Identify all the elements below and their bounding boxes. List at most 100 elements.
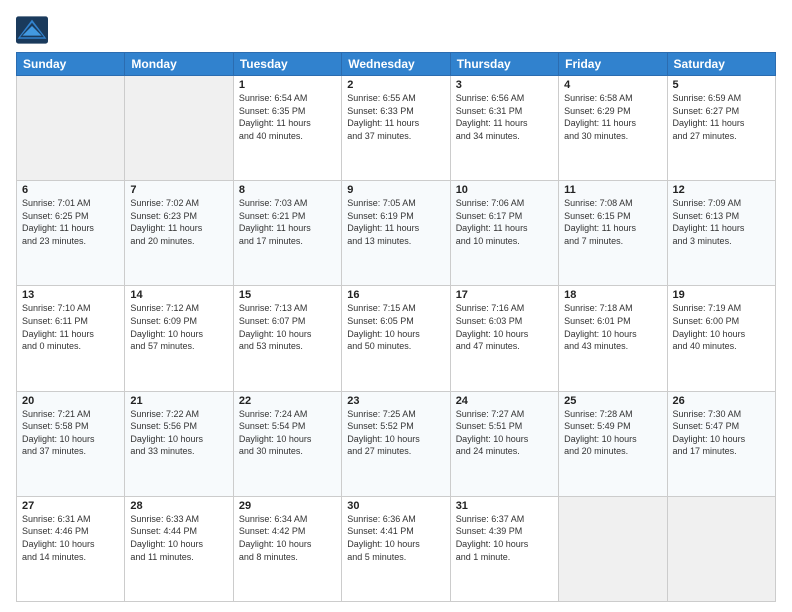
day-info: Sunrise: 7:16 AM Sunset: 6:03 PM Dayligh…: [456, 302, 553, 352]
day-info: Sunrise: 7:21 AM Sunset: 5:58 PM Dayligh…: [22, 408, 119, 458]
weekday-row: SundayMondayTuesdayWednesdayThursdayFrid…: [17, 53, 776, 76]
calendar-cell: 19Sunrise: 7:19 AM Sunset: 6:00 PM Dayli…: [667, 286, 775, 391]
calendar-cell: 27Sunrise: 6:31 AM Sunset: 4:46 PM Dayli…: [17, 496, 125, 601]
day-number: 26: [673, 395, 770, 407]
day-number: 8: [239, 184, 336, 196]
calendar-cell: 28Sunrise: 6:33 AM Sunset: 4:44 PM Dayli…: [125, 496, 233, 601]
day-number: 16: [347, 289, 444, 301]
day-info: Sunrise: 7:06 AM Sunset: 6:17 PM Dayligh…: [456, 197, 553, 247]
day-number: 13: [22, 289, 119, 301]
calendar-cell: 4Sunrise: 6:58 AM Sunset: 6:29 PM Daylig…: [559, 76, 667, 181]
day-info: Sunrise: 7:28 AM Sunset: 5:49 PM Dayligh…: [564, 408, 661, 458]
calendar-cell: 11Sunrise: 7:08 AM Sunset: 6:15 PM Dayli…: [559, 181, 667, 286]
day-info: Sunrise: 7:05 AM Sunset: 6:19 PM Dayligh…: [347, 197, 444, 247]
day-info: Sunrise: 7:02 AM Sunset: 6:23 PM Dayligh…: [130, 197, 227, 247]
calendar-cell: 16Sunrise: 7:15 AM Sunset: 6:05 PM Dayli…: [342, 286, 450, 391]
day-info: Sunrise: 7:25 AM Sunset: 5:52 PM Dayligh…: [347, 408, 444, 458]
day-info: Sunrise: 6:37 AM Sunset: 4:39 PM Dayligh…: [456, 513, 553, 563]
calendar-cell: 8Sunrise: 7:03 AM Sunset: 6:21 PM Daylig…: [233, 181, 341, 286]
calendar-cell: 18Sunrise: 7:18 AM Sunset: 6:01 PM Dayli…: [559, 286, 667, 391]
day-number: 29: [239, 500, 336, 512]
calendar-cell: [667, 496, 775, 601]
calendar-cell: 23Sunrise: 7:25 AM Sunset: 5:52 PM Dayli…: [342, 391, 450, 496]
day-info: Sunrise: 6:58 AM Sunset: 6:29 PM Dayligh…: [564, 92, 661, 142]
day-info: Sunrise: 6:56 AM Sunset: 6:31 PM Dayligh…: [456, 92, 553, 142]
day-number: 15: [239, 289, 336, 301]
day-number: 18: [564, 289, 661, 301]
weekday-header-tuesday: Tuesday: [233, 53, 341, 76]
day-info: Sunrise: 7:24 AM Sunset: 5:54 PM Dayligh…: [239, 408, 336, 458]
day-number: 10: [456, 184, 553, 196]
calendar-cell: 10Sunrise: 7:06 AM Sunset: 6:17 PM Dayli…: [450, 181, 558, 286]
calendar-cell: 31Sunrise: 6:37 AM Sunset: 4:39 PM Dayli…: [450, 496, 558, 601]
day-info: Sunrise: 7:30 AM Sunset: 5:47 PM Dayligh…: [673, 408, 770, 458]
calendar-week-0: 1Sunrise: 6:54 AM Sunset: 6:35 PM Daylig…: [17, 76, 776, 181]
weekday-header-monday: Monday: [125, 53, 233, 76]
calendar-week-1: 6Sunrise: 7:01 AM Sunset: 6:25 PM Daylig…: [17, 181, 776, 286]
day-info: Sunrise: 7:19 AM Sunset: 6:00 PM Dayligh…: [673, 302, 770, 352]
day-info: Sunrise: 7:01 AM Sunset: 6:25 PM Dayligh…: [22, 197, 119, 247]
day-number: 5: [673, 79, 770, 91]
day-number: 6: [22, 184, 119, 196]
weekday-header-thursday: Thursday: [450, 53, 558, 76]
day-number: 17: [456, 289, 553, 301]
calendar-cell: 2Sunrise: 6:55 AM Sunset: 6:33 PM Daylig…: [342, 76, 450, 181]
day-number: 20: [22, 395, 119, 407]
day-info: Sunrise: 6:33 AM Sunset: 4:44 PM Dayligh…: [130, 513, 227, 563]
day-number: 27: [22, 500, 119, 512]
weekday-header-saturday: Saturday: [667, 53, 775, 76]
calendar-cell: 24Sunrise: 7:27 AM Sunset: 5:51 PM Dayli…: [450, 391, 558, 496]
calendar-cell: 5Sunrise: 6:59 AM Sunset: 6:27 PM Daylig…: [667, 76, 775, 181]
day-info: Sunrise: 6:55 AM Sunset: 6:33 PM Dayligh…: [347, 92, 444, 142]
calendar-cell: 30Sunrise: 6:36 AM Sunset: 4:41 PM Dayli…: [342, 496, 450, 601]
calendar-cell: 6Sunrise: 7:01 AM Sunset: 6:25 PM Daylig…: [17, 181, 125, 286]
day-number: 30: [347, 500, 444, 512]
day-info: Sunrise: 7:15 AM Sunset: 6:05 PM Dayligh…: [347, 302, 444, 352]
day-info: Sunrise: 7:18 AM Sunset: 6:01 PM Dayligh…: [564, 302, 661, 352]
day-number: 12: [673, 184, 770, 196]
day-info: Sunrise: 7:13 AM Sunset: 6:07 PM Dayligh…: [239, 302, 336, 352]
calendar-cell: 22Sunrise: 7:24 AM Sunset: 5:54 PM Dayli…: [233, 391, 341, 496]
logo: [16, 16, 52, 44]
calendar-cell: 14Sunrise: 7:12 AM Sunset: 6:09 PM Dayli…: [125, 286, 233, 391]
day-info: Sunrise: 7:08 AM Sunset: 6:15 PM Dayligh…: [564, 197, 661, 247]
day-number: 28: [130, 500, 227, 512]
calendar-cell: 12Sunrise: 7:09 AM Sunset: 6:13 PM Dayli…: [667, 181, 775, 286]
calendar-cell: 9Sunrise: 7:05 AM Sunset: 6:19 PM Daylig…: [342, 181, 450, 286]
calendar: SundayMondayTuesdayWednesdayThursdayFrid…: [16, 52, 776, 602]
day-info: Sunrise: 6:31 AM Sunset: 4:46 PM Dayligh…: [22, 513, 119, 563]
calendar-cell: 1Sunrise: 6:54 AM Sunset: 6:35 PM Daylig…: [233, 76, 341, 181]
day-number: 31: [456, 500, 553, 512]
day-info: Sunrise: 7:10 AM Sunset: 6:11 PM Dayligh…: [22, 302, 119, 352]
calendar-cell: [17, 76, 125, 181]
day-info: Sunrise: 7:12 AM Sunset: 6:09 PM Dayligh…: [130, 302, 227, 352]
day-number: 3: [456, 79, 553, 91]
calendar-cell: 21Sunrise: 7:22 AM Sunset: 5:56 PM Dayli…: [125, 391, 233, 496]
day-info: Sunrise: 7:09 AM Sunset: 6:13 PM Dayligh…: [673, 197, 770, 247]
calendar-week-2: 13Sunrise: 7:10 AM Sunset: 6:11 PM Dayli…: [17, 286, 776, 391]
day-info: Sunrise: 6:59 AM Sunset: 6:27 PM Dayligh…: [673, 92, 770, 142]
calendar-cell: 7Sunrise: 7:02 AM Sunset: 6:23 PM Daylig…: [125, 181, 233, 286]
day-info: Sunrise: 7:03 AM Sunset: 6:21 PM Dayligh…: [239, 197, 336, 247]
day-info: Sunrise: 6:34 AM Sunset: 4:42 PM Dayligh…: [239, 513, 336, 563]
header: [16, 16, 776, 44]
calendar-cell: 17Sunrise: 7:16 AM Sunset: 6:03 PM Dayli…: [450, 286, 558, 391]
day-number: 1: [239, 79, 336, 91]
day-info: Sunrise: 7:22 AM Sunset: 5:56 PM Dayligh…: [130, 408, 227, 458]
logo-icon: [16, 16, 48, 44]
calendar-cell: 20Sunrise: 7:21 AM Sunset: 5:58 PM Dayli…: [17, 391, 125, 496]
calendar-cell: [125, 76, 233, 181]
day-number: 2: [347, 79, 444, 91]
day-number: 22: [239, 395, 336, 407]
calendar-header: SundayMondayTuesdayWednesdayThursdayFrid…: [17, 53, 776, 76]
day-number: 14: [130, 289, 227, 301]
day-info: Sunrise: 6:36 AM Sunset: 4:41 PM Dayligh…: [347, 513, 444, 563]
day-number: 24: [456, 395, 553, 407]
weekday-header-wednesday: Wednesday: [342, 53, 450, 76]
calendar-cell: 15Sunrise: 7:13 AM Sunset: 6:07 PM Dayli…: [233, 286, 341, 391]
day-number: 7: [130, 184, 227, 196]
day-number: 9: [347, 184, 444, 196]
day-number: 21: [130, 395, 227, 407]
page: SundayMondayTuesdayWednesdayThursdayFrid…: [0, 0, 792, 612]
calendar-cell: [559, 496, 667, 601]
